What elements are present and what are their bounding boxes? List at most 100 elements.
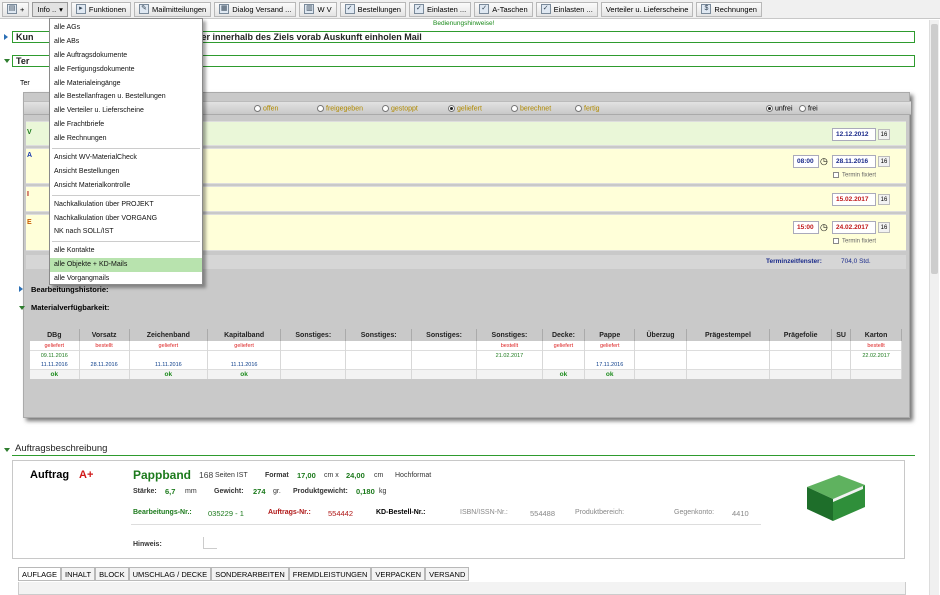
filter-berechnet[interactable]: berechnet: [511, 105, 551, 112]
vertical-scrollbar[interactable]: [929, 20, 939, 595]
menu-item[interactable]: alle Materialeingänge: [50, 77, 202, 91]
menu-item[interactable]: alle ABs: [50, 35, 202, 49]
staerke-field[interactable]: 6,7: [165, 487, 175, 496]
materialverfuegbarkeit-label[interactable]: Materialverfügbarkeit:: [31, 303, 109, 312]
menu-item[interactable]: Nachkalkulation über PROJEKT: [50, 198, 202, 212]
scrollbar-thumb[interactable]: [931, 24, 938, 274]
tab-verpacken[interactable]: VERPACKEN: [371, 567, 426, 580]
menu-item[interactable]: alle Objekte + KD-Mails: [50, 258, 202, 273]
a-taschen-button[interactable]: ✓ A-Taschen: [474, 1, 533, 17]
tab-sonderarbeiten[interactable]: SONDERARBEITEN: [211, 567, 289, 580]
tab-fremdleistungen[interactable]: FREMDLEISTUNGEN: [288, 567, 372, 580]
tab-versand[interactable]: VERSAND: [425, 567, 470, 580]
dialog-versand-button[interactable]: ▦ Dialog Versand ...: [214, 1, 297, 17]
expand-icon[interactable]: [19, 286, 23, 292]
material-status-cell: bestellt: [476, 341, 543, 351]
menu-item[interactable]: Ansicht Bestellungen: [50, 165, 202, 179]
termin-fixiert-checkbox[interactable]: Termin fixiert: [833, 238, 876, 245]
material-date-cell: [634, 350, 687, 360]
termin-tab[interactable]: Ter: [20, 80, 30, 87]
menu-item[interactable]: alle Verteiler u. Lieferscheine: [50, 104, 202, 118]
bearbeitungs-nr-field[interactable]: 035229 - 1: [208, 509, 244, 518]
menu-item[interactable]: alle AGs: [50, 21, 202, 35]
material-date-cell: 28.11.2016: [79, 360, 130, 370]
menu-item[interactable]: Nachkalkulation über VORGANG: [50, 212, 202, 226]
auftragsbeschreibung-bar[interactable]: Auftragsbeschreibung: [12, 443, 915, 456]
material-status-cell: [280, 341, 347, 351]
filter-geliefert[interactable]: geliefert: [448, 105, 482, 112]
material-column-header: Karton: [850, 329, 902, 341]
termin-fixiert-checkbox[interactable]: Termin fixiert: [833, 172, 876, 179]
invoice-icon: $: [701, 4, 712, 14]
expand-icon[interactable]: [4, 34, 8, 40]
clock-icon[interactable]: ◷: [820, 222, 828, 233]
menu-item[interactable]: alle Kontakte: [50, 244, 202, 258]
material-status-cell: [831, 341, 852, 351]
date-field-1[interactable]: 12.12.2012: [832, 128, 876, 141]
menu-item[interactable]: alle Bestellanfragen u. Bestellungen: [50, 90, 202, 104]
date-field-3[interactable]: 15.02.2017: [832, 193, 876, 206]
radio-icon: [317, 105, 324, 112]
format-height-field[interactable]: 24,00: [346, 471, 365, 480]
funktionen-button[interactable]: ▸ Funktionen: [70, 1, 132, 17]
menu-item[interactable]: alle Frachtbriefe: [50, 118, 202, 132]
filter-frei[interactable]: frei: [799, 105, 818, 112]
calendar-icon[interactable]: 16: [878, 222, 890, 233]
filter-offen[interactable]: offen: [254, 105, 278, 112]
mailmitteilungen-button[interactable]: ✎ Mailmitteilungen: [134, 1, 212, 17]
material-status-cell: geliefert: [542, 341, 586, 351]
book-image: [807, 475, 865, 521]
filter-fertig[interactable]: fertig: [575, 105, 600, 112]
calendar-icon[interactable]: 16: [878, 194, 890, 205]
menu-item[interactable]: alle Vorgangmails: [50, 272, 202, 286]
menu-item[interactable]: alle Auftragsdokumente: [50, 49, 202, 63]
hinweis-field[interactable]: [203, 537, 217, 549]
bestellungen-button[interactable]: ✓ Bestellungen: [339, 1, 406, 17]
collapse-icon[interactable]: [4, 448, 10, 452]
calendar-icon[interactable]: 16: [878, 129, 890, 140]
date-field-2[interactable]: 28.11.2016: [832, 155, 876, 168]
material-status-cell: geliefert: [584, 341, 636, 351]
filter-gestoppt[interactable]: gestoppt: [382, 105, 418, 112]
collapse-icon[interactable]: [4, 59, 10, 63]
material-status-cell: [634, 341, 687, 351]
material-status-cell: geliefert: [129, 341, 209, 351]
material-date-cell: [129, 350, 209, 360]
menu-item[interactable]: alle Fertigungsdokumente: [50, 63, 202, 77]
format-width-field[interactable]: 17,00: [297, 471, 316, 480]
tab-umschlag[interactable]: UMSCHLAG / DECKE: [128, 567, 212, 580]
isbn-field[interactable]: 554488: [530, 509, 555, 518]
tab-auflage[interactable]: AUFLAGE: [18, 567, 62, 580]
menu-item[interactable]: NK nach SOLL/IST: [50, 225, 202, 239]
einlasten-button-1[interactable]: ✓ Einlasten ...: [408, 1, 472, 17]
tab-block[interactable]: BLOCK: [95, 567, 129, 580]
hint-link[interactable]: Bedienungshinweise!: [433, 20, 494, 27]
material-column-header: SU: [831, 329, 852, 341]
verteiler-button[interactable]: Verteiler u. Lieferscheine: [600, 1, 694, 17]
einlasten-button-2[interactable]: ✓ Einlasten ...: [535, 1, 598, 17]
radio-icon: [382, 105, 389, 112]
tab-inhalt[interactable]: INHALT: [61, 567, 96, 580]
gegenkonto-field[interactable]: 4410: [732, 509, 749, 518]
collapse-icon[interactable]: [19, 306, 25, 310]
radio-icon: [511, 105, 518, 112]
wv-button[interactable]: ▥ W V: [299, 1, 337, 17]
menu-item[interactable]: Ansicht WV-MaterialCheck: [50, 151, 202, 165]
gewicht-field[interactable]: 274: [253, 487, 266, 496]
material-ok-cell: [686, 369, 771, 379]
time-field-2[interactable]: 08:00: [793, 155, 819, 168]
bearbeitungshistorie-label[interactable]: Bearbeitungshistorie:: [31, 285, 109, 294]
time-field-4[interactable]: 15:00: [793, 221, 819, 234]
new-button[interactable]: ▤ +: [2, 1, 30, 17]
rechnungen-button[interactable]: $ Rechnungen: [696, 1, 762, 17]
auftrags-nr-field[interactable]: 554442: [328, 509, 353, 518]
menu-item[interactable]: Ansicht Materialkontrolle: [50, 179, 202, 193]
date-field-4[interactable]: 24.02.2017: [832, 221, 876, 234]
info-menu-button[interactable]: Info .. ▾: [32, 1, 68, 17]
material-column-header: Sonstiges:: [280, 329, 347, 341]
clock-icon[interactable]: ◷: [820, 156, 828, 167]
calendar-icon[interactable]: 16: [878, 156, 890, 167]
filter-unfrei[interactable]: unfrei: [766, 105, 793, 112]
filter-freigegeben[interactable]: freigegeben: [317, 105, 363, 112]
menu-item[interactable]: alle Rechnungen: [50, 132, 202, 146]
